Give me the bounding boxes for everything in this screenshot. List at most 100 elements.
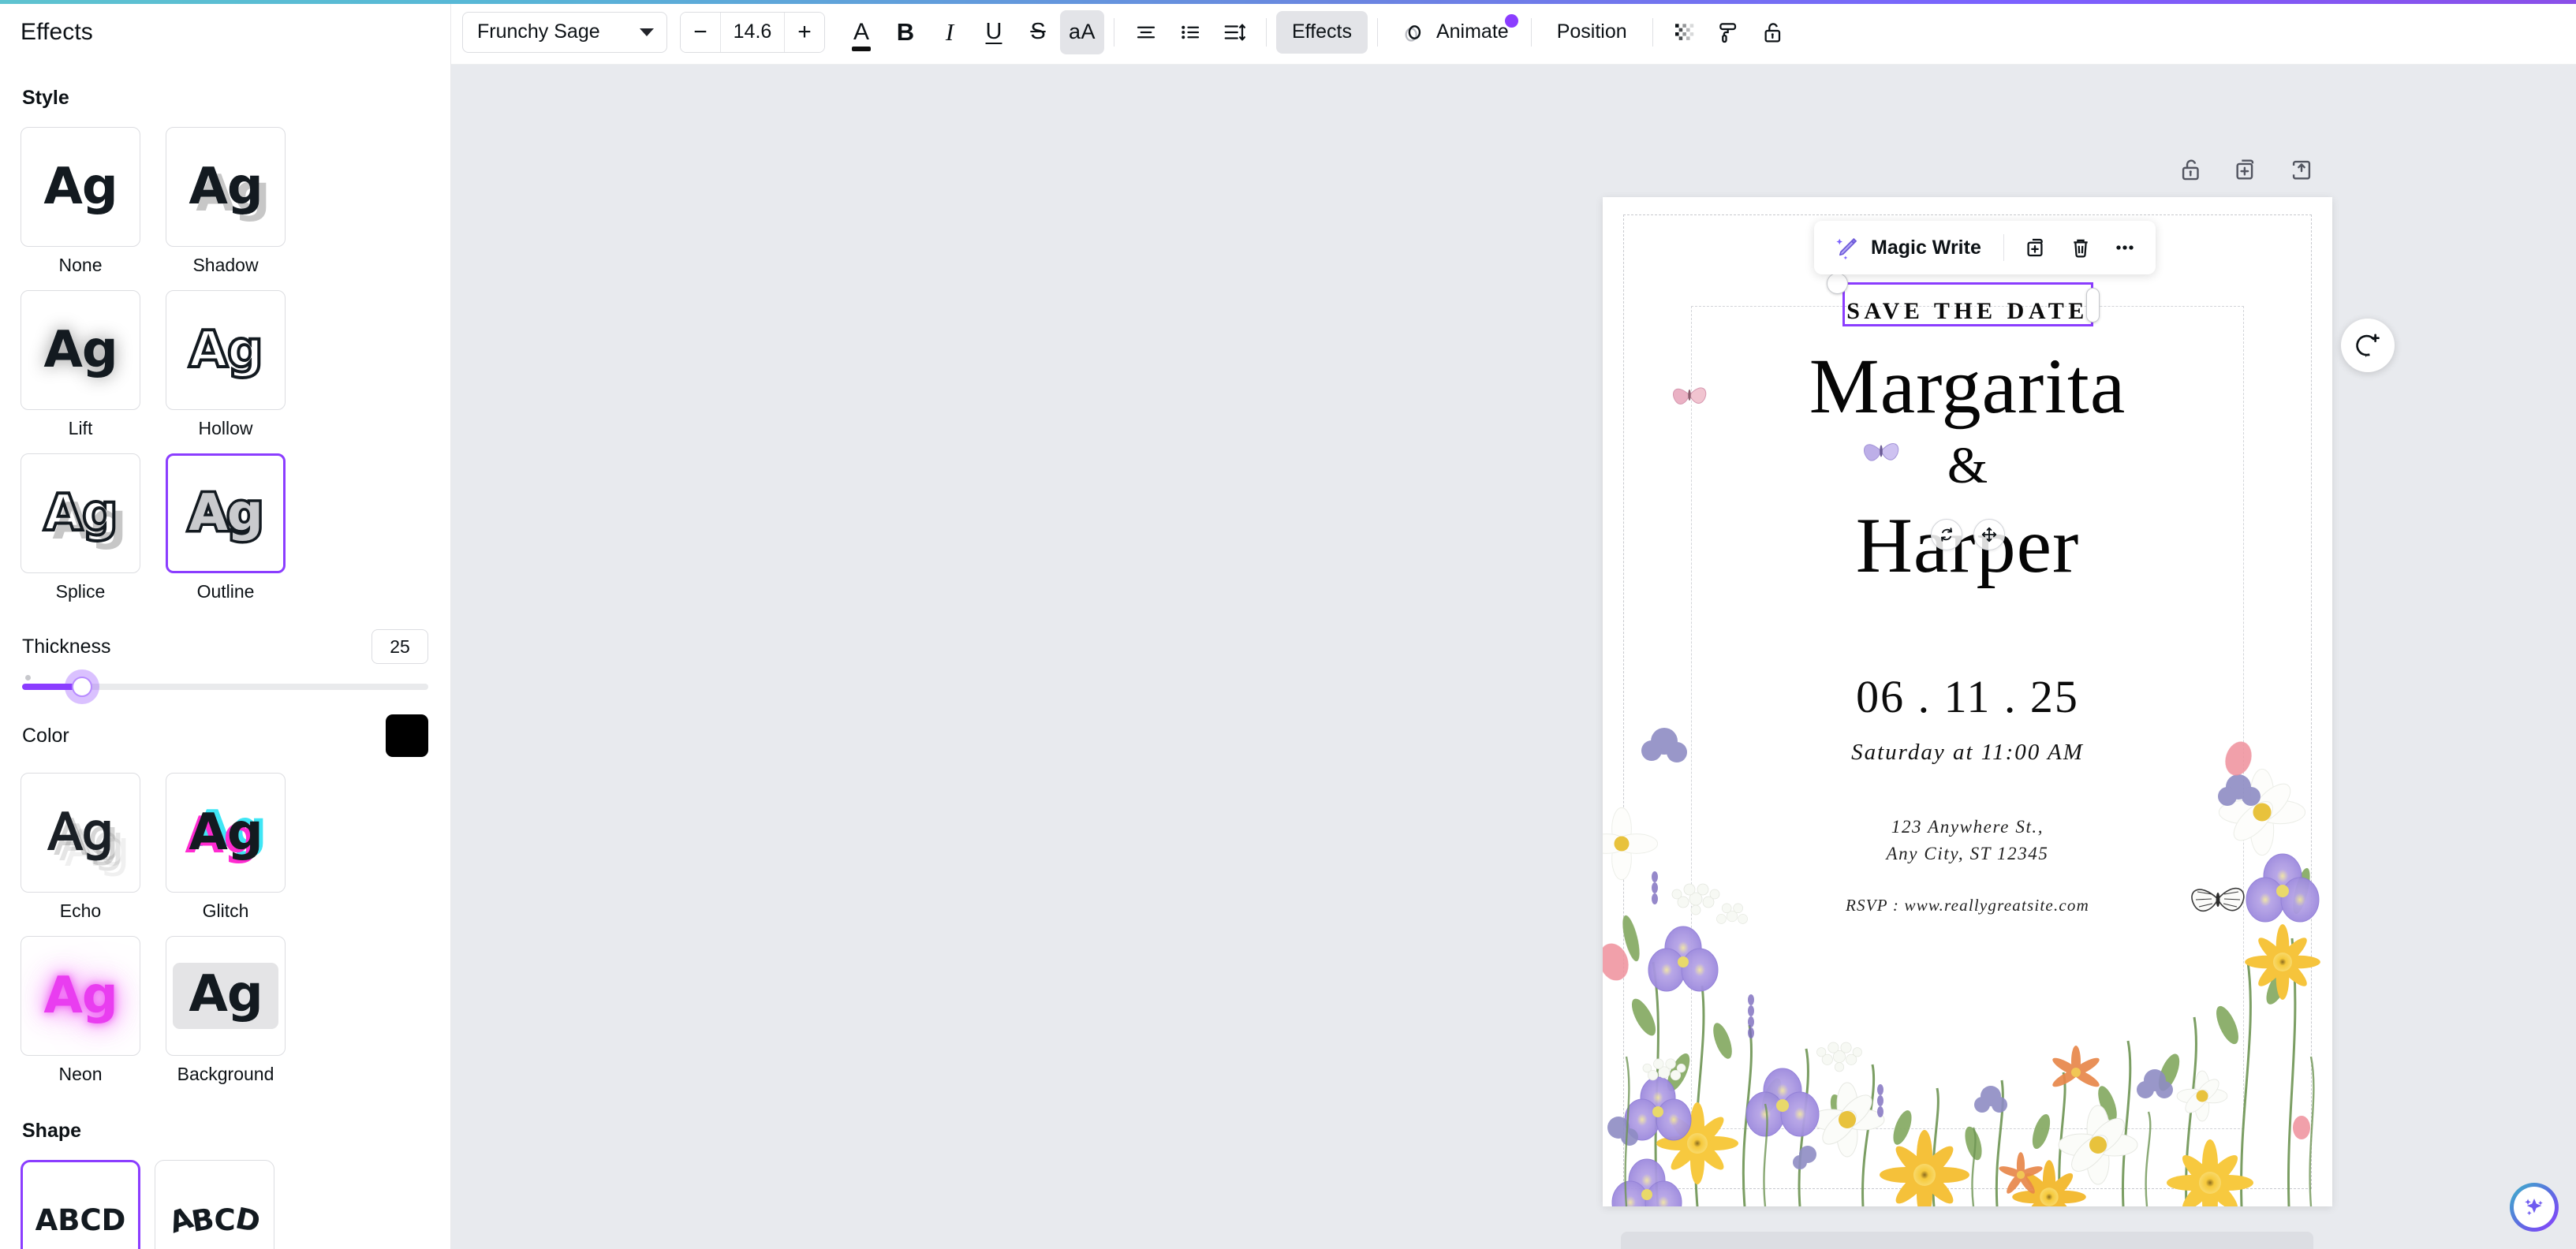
animate-icon — [1405, 24, 1421, 42]
style-option-neon[interactable]: Ag Neon — [21, 936, 140, 1085]
effects-button[interactable]: Effects — [1276, 10, 1368, 54]
style-preview-box[interactable]: Ag — [166, 773, 286, 893]
strikethrough-button[interactable]: S — [1016, 10, 1060, 54]
style-option-echo[interactable]: Ag Echo — [21, 773, 140, 922]
italic-button[interactable]: I — [928, 10, 972, 54]
style-option-none[interactable]: Ag None — [21, 127, 140, 276]
design-page-card[interactable]: SAVE THE DATE Margarita & Harper 06 . 11… — [1603, 197, 2332, 1206]
address-line-1[interactable]: 123 Anywhere St., — [1603, 817, 2332, 837]
more-options-icon[interactable] — [2107, 229, 2143, 266]
style-option-shadow[interactable]: Ag Shadow — [166, 127, 286, 276]
add-page-button[interactable]: + Add page — [1621, 1232, 2313, 1249]
line-spacing-button[interactable] — [1212, 10, 1256, 54]
name-first: Margarita — [1809, 342, 2126, 430]
resize-handle-right[interactable] — [2086, 288, 2100, 323]
move-icon[interactable] — [1973, 519, 2005, 550]
rotate-icon[interactable] — [1930, 519, 1962, 550]
duplicate-page-icon[interactable] — [2230, 153, 2263, 186]
style-preview-box[interactable]: Ag — [166, 290, 286, 410]
style-option-label: None — [58, 255, 103, 275]
style-preview-box[interactable]: Ag — [166, 127, 286, 247]
ai-assistant-button[interactable] — [2510, 1183, 2559, 1232]
event-date-text[interactable]: 06 . 11 . 25 — [1603, 670, 2332, 723]
shape-option-curve[interactable]: ABCD Curve — [155, 1160, 274, 1249]
font-size-input[interactable]: 14.6 — [720, 12, 785, 52]
shape-preview-box-selected[interactable]: ABCD — [21, 1160, 140, 1249]
underline-button[interactable]: U — [972, 10, 1016, 54]
slider-handle[interactable] — [65, 669, 99, 704]
font-size-decrease-button[interactable]: − — [681, 12, 720, 52]
butterfly-pink-icon — [1672, 387, 1707, 405]
object-handle-group — [1930, 519, 2005, 550]
trash-icon[interactable] — [2063, 229, 2099, 266]
style-preview-box[interactable]: Ag — [166, 936, 286, 1056]
slider-min-tick — [25, 675, 31, 680]
float-toolbar-divider — [2003, 234, 2004, 261]
style-option-label: Background — [177, 1064, 274, 1084]
export-page-icon[interactable] — [2285, 153, 2318, 186]
paint-roller-button[interactable] — [1707, 10, 1751, 54]
letter-case-icon: aA — [1068, 20, 1096, 43]
lock-button[interactable] — [1751, 10, 1795, 54]
style-preview-box-selected[interactable]: Ag — [166, 453, 286, 573]
butterfly-purple-icon — [1863, 443, 1899, 461]
thickness-slider[interactable] — [22, 669, 428, 705]
canvas-area[interactable]: SAVE THE DATE Margarita & Harper 06 . 11… — [451, 65, 2576, 1249]
transparency-button[interactable] — [1663, 10, 1707, 54]
style-option-lift[interactable]: Ag Lift — [21, 290, 140, 439]
style-sample-text: Ag — [187, 321, 264, 379]
style-option-label: Hollow — [198, 418, 253, 438]
page-title: Effects — [21, 19, 93, 45]
style-option-glitch[interactable]: Ag Glitch — [166, 773, 286, 922]
position-button[interactable]: Position — [1541, 11, 1643, 54]
style-option-background[interactable]: Ag Background — [166, 936, 286, 1085]
text-color-icon[interactable]: A — [839, 10, 883, 54]
style-preview-box[interactable]: Ag — [21, 290, 140, 410]
bold-button[interactable]: B — [883, 10, 928, 54]
font-family-select[interactable]: Frunchy Sage — [462, 11, 667, 53]
add-comment-button[interactable] — [2341, 319, 2395, 372]
magic-write-label: Magic Write — [1871, 236, 1981, 259]
style-preview-box[interactable]: Ag — [21, 773, 140, 893]
underline-icon: U — [985, 19, 1002, 44]
add-comment-icon — [2356, 334, 2380, 358]
magic-write-button[interactable]: Magic Write — [1827, 227, 1989, 268]
align-text-icon — [1137, 26, 1155, 38]
unlock-icon[interactable] — [2175, 153, 2208, 186]
color-swatch[interactable] — [386, 714, 428, 757]
shape-section-title: Shape — [22, 1120, 82, 1142]
style-option-label: Neon — [58, 1064, 103, 1084]
canvas-page-tools — [2175, 153, 2318, 186]
italic-icon: I — [945, 17, 954, 46]
event-time-text[interactable]: Saturday at 11:00 AM — [1603, 740, 2332, 766]
style-option-splice[interactable]: Ag Splice — [21, 453, 140, 602]
font-size-increase-button[interactable]: + — [785, 12, 824, 52]
font-size-stepper: − 14.6 + — [680, 11, 825, 53]
text-align-button[interactable] — [1124, 10, 1168, 54]
save-the-date-text[interactable]: SAVE THE DATE — [1829, 292, 2106, 331]
effects-side-panel: Style Ag None Ag Shadow Ag Lift Ag Hollo… — [0, 65, 451, 1249]
shape-preview-box[interactable]: ABCD — [155, 1160, 274, 1249]
strikethrough-icon: S — [1030, 19, 1046, 44]
color-label: Color — [22, 724, 69, 747]
body-row: Style Ag None Ag Shadow Ag Lift Ag Hollo… — [0, 65, 2576, 1249]
duplicate-icon[interactable] — [2018, 229, 2055, 266]
style-preview-box[interactable]: Ag — [21, 936, 140, 1056]
rsvp-text[interactable]: RSVP : www.reallygreatsite.com — [1603, 896, 2332, 915]
thickness-input[interactable]: 25 — [371, 629, 428, 664]
letter-case-button[interactable]: aA — [1060, 9, 1104, 54]
shape-option-none[interactable]: ABCD None — [21, 1160, 140, 1249]
shape-sample-text: ABCD — [35, 1202, 126, 1237]
style-preview-box[interactable]: Ag — [21, 127, 140, 247]
style-option-hollow[interactable]: Ag Hollow — [166, 290, 286, 439]
letter-a-glyph: A — [851, 18, 872, 51]
rotate-handle[interactable] — [1827, 273, 1848, 294]
animate-button[interactable]: Animate — [1387, 11, 1521, 54]
paint-roller-icon — [1719, 22, 1736, 43]
bullet-list-button[interactable] — [1168, 10, 1212, 54]
line-spacing-icon — [1224, 23, 1245, 41]
style-option-outline[interactable]: Ag Outline — [166, 453, 286, 602]
style-preview-box[interactable]: Ag — [21, 453, 140, 573]
address-line-2[interactable]: Any City, ST 12345 — [1603, 844, 2332, 864]
transparency-icon — [1674, 23, 1693, 40]
